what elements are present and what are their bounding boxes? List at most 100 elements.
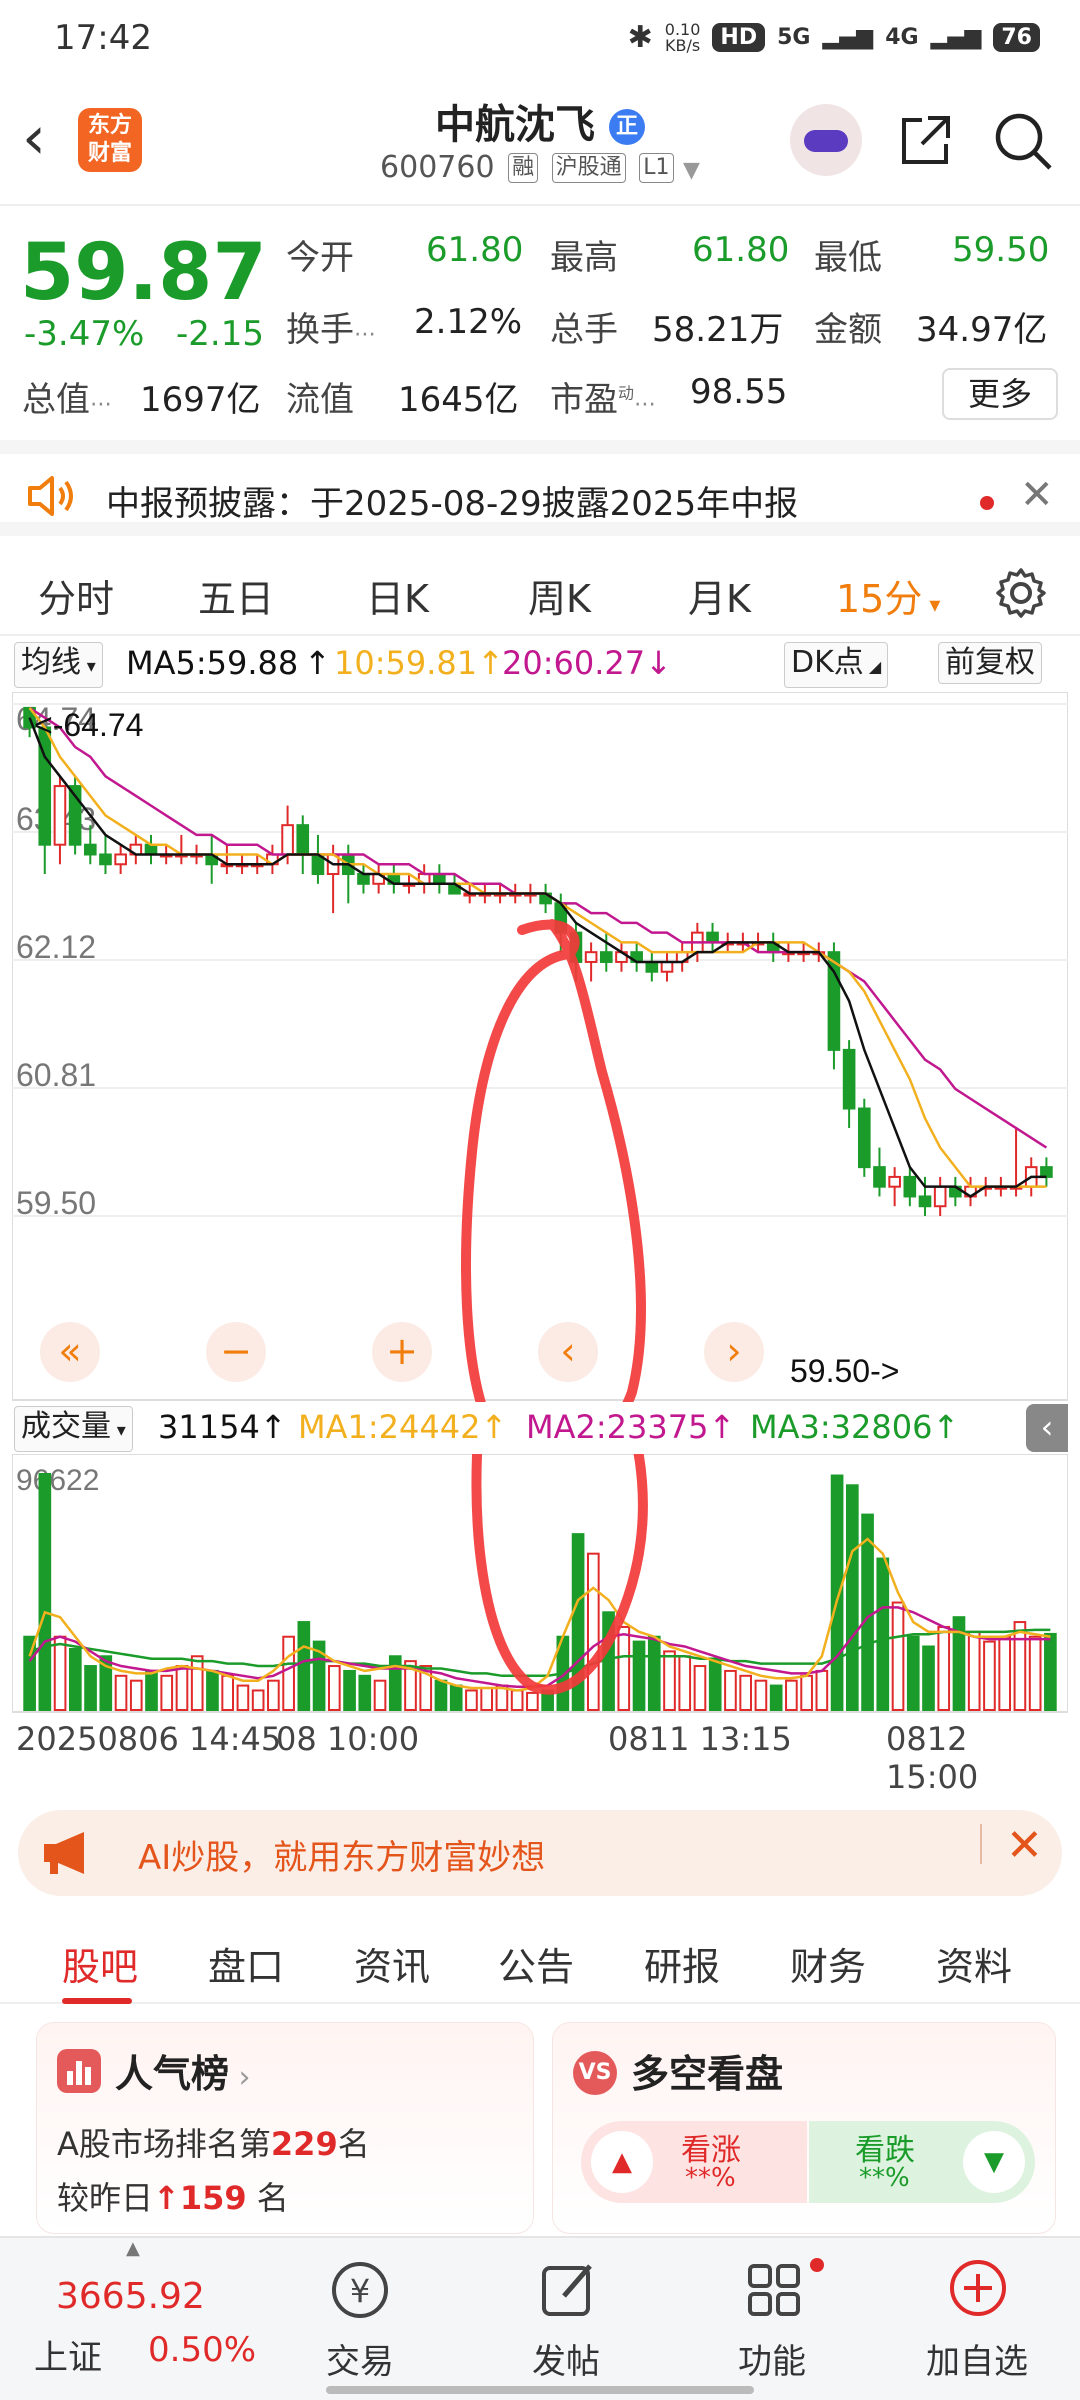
indicator-select[interactable]: 成交量 ▾ [14,1406,133,1452]
search-icon[interactable] [992,110,1054,172]
tab-research[interactable]: 研报 [644,1936,720,1991]
volume-bar [221,1674,235,1711]
volume-bar [373,1679,387,1712]
clock: 17:42 [54,18,152,58]
tab-intraday[interactable]: 分时 [38,568,114,623]
nav-post[interactable]: 发帖 [532,2334,600,2383]
compose-icon[interactable] [534,2256,602,2324]
volume-bar [769,1684,783,1711]
volume-bar [526,1691,539,1712]
close-icon[interactable]: ✕ [1020,472,1054,518]
index-change[interactable]: 0.50% [148,2330,256,2370]
more-button[interactable]: 更多 [942,368,1058,420]
megaphone-icon [44,1832,84,1874]
dk-point-button[interactable]: DK点 ◢ [784,642,889,688]
tab-five-day[interactable]: 五日 [198,568,274,623]
volume-max-label: 96622 [16,1464,99,1497]
popularity-card[interactable]: 人气榜 › A股市场排名第229名 较昨日↑159 名 [36,2022,534,2234]
kline-chart[interactable]: 64.7463.4362.1260.8159.50<-64.7459.50->«… [12,692,1068,1402]
ai-banner[interactable]: AI炒股，就用东方财富妙想 ✕ [18,1810,1062,1896]
volume-bar [358,1674,372,1711]
y-tick-label: 62.12 [16,929,96,965]
scroll-left-icon[interactable]: ‹ [538,1322,598,1382]
float-cap-value: 1645亿 [398,380,519,420]
zoom-out-icon-glyph: − [220,1329,252,1373]
candle-body [53,785,67,846]
tab-weekly[interactable]: 周K [528,568,591,623]
candle-body [296,824,310,856]
index-name[interactable]: 上证 [34,2330,102,2379]
scroll-right-icon[interactable]: › [704,1322,764,1382]
tab-news[interactable]: 资讯 [354,1936,430,1991]
tab-announcements[interactable]: 公告 [498,1936,574,1991]
grid-icon[interactable] [740,2256,808,2324]
triangle-up-icon: ▲ [591,2131,653,2193]
tab-orderbook[interactable]: 盘口 [208,1936,284,1991]
volume-bar [145,1669,158,1712]
low-marker: 59.50-> [790,1353,899,1389]
ai-assistant-icon[interactable] [790,104,862,176]
volume-bar [449,1684,463,1711]
nav-trade[interactable]: 交易 [326,2334,394,2383]
arrow-up-icon: ↑ [304,644,331,682]
pe-label[interactable]: 市盈动⋯ [550,372,656,421]
ma-type-select[interactable]: 均线 ▾ [14,642,103,688]
volume-bar [160,1674,174,1711]
index-value[interactable]: 3665.92 [56,2276,205,2317]
nav-tools[interactable]: 功能 [738,2334,806,2383]
turnover-label[interactable]: 换手⋯ [286,302,376,351]
zoom-in-icon[interactable]: + [372,1322,432,1382]
active-tab-indicator [62,1998,132,2004]
candle-body [281,824,294,856]
quote-panel: 59.87 -3.47% -2.15 今开 61.80 最高 61.80 最低 … [0,206,1080,436]
volume-bar [297,1621,311,1711]
tab-daily[interactable]: 日K [366,568,429,623]
nav-add-watchlist[interactable]: 加自选 [926,2334,1028,2383]
earnings-notice[interactable]: 中报预披露：于2025-08-29披露2025年中报 ✕ [0,440,1080,536]
low-value: 59.50 [952,230,1050,270]
trade-icon[interactable]: ¥ [326,2256,394,2324]
scroll-left-fast-icon[interactable]: « [40,1322,100,1382]
volume-bar [754,1679,768,1712]
tab-profile[interactable]: 资料 [936,1936,1012,1991]
volume-bar [38,1473,52,1711]
add-circle-icon[interactable] [944,2254,1012,2322]
candle-body [584,951,598,963]
zoom-out-icon[interactable]: − [206,1322,266,1382]
settings-icon[interactable] [994,566,1048,620]
ma5-value: MA5:59.88 [126,644,299,682]
candle-body [433,873,446,885]
volume-bar [1013,1621,1027,1711]
x-tick: 20250806 14:45 [16,1720,282,1758]
ma20-value: 20:60.27↓ [502,644,672,682]
volume-bar [830,1474,844,1711]
tab-forum[interactable]: 股吧 [62,1936,138,1991]
volume-bar [708,1660,722,1711]
bull-button[interactable]: ▲ 看涨 **% [581,2121,807,2203]
bear-button[interactable]: 看跌 **% ▼ [809,2121,1035,2203]
adjust-button[interactable]: 前复权 [938,642,1042,684]
volume-bar [724,1669,737,1712]
close-icon[interactable]: ✕ [1006,1820,1043,1871]
speaker-icon [28,476,73,516]
chevron-down-icon: ▼ [683,158,700,183]
bluetooth-icon: ✱ [627,20,653,55]
tab-monthly[interactable]: 月K [688,568,751,623]
ma-legend: 均线 ▾ MA5:59.88 ↑ 10:59.81↑ 20:60.27↓ DK点… [14,638,1066,688]
volume-bar [647,1635,661,1711]
tab-finance[interactable]: 财务 [790,1936,866,1991]
market-cap-label[interactable]: 总值⋯ [22,372,112,421]
collapse-panel-icon[interactable]: ‹ [1026,1404,1068,1452]
volume-bar [68,1647,82,1711]
bull-bear-card[interactable]: VS 多空看盘 ▲ 看涨 **% 看跌 **% ▼ [552,2022,1056,2234]
tab-15min[interactable]: 15分 ▾ [836,568,940,623]
candle-body [842,1048,856,1110]
float-cap-label: 流值 [286,380,354,420]
share-icon[interactable] [898,112,954,168]
scroll-left-fast-icon-glyph: « [58,1329,81,1373]
market-cap-value: 1697亿 [140,380,261,420]
volume-chart[interactable]: 96622 [12,1454,1068,1714]
volume-bar [906,1635,920,1711]
chart-period-tabs: 分时 五日 日K 周K 月K 15分 ▾ [0,550,1080,636]
section-tabs: 股吧 盘口 资讯 公告 研报 财务 资料 [0,1920,1080,2004]
